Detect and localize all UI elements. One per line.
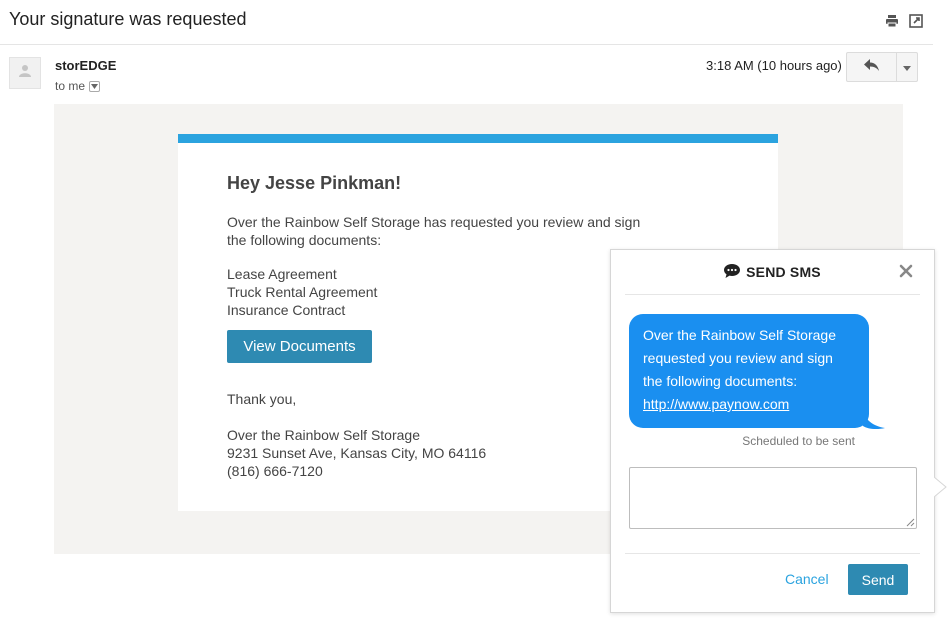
greeting: Hey Jesse Pinkman!	[227, 173, 402, 193]
list-item: Insurance Contract	[227, 302, 346, 318]
send-sms-panel: SEND SMS Over the Rainbow Self Storage r…	[610, 249, 935, 613]
close-icon[interactable]	[898, 263, 914, 279]
cancel-button[interactable]: Cancel	[785, 571, 829, 587]
sender-name[interactable]: storEDGE	[55, 58, 116, 73]
top-actions	[885, 14, 923, 28]
sms-header: SEND SMS	[625, 250, 920, 295]
sms-title: SEND SMS	[724, 263, 821, 281]
email-time: 3:18 AM (10 hours ago)	[706, 58, 842, 73]
reply-button-group	[846, 52, 918, 82]
sms-message-input[interactable]	[629, 467, 917, 529]
recipient-line: to me	[55, 79, 101, 93]
list-item: Lease Agreement	[227, 266, 337, 282]
avatar-icon	[18, 64, 32, 83]
reply-icon	[863, 58, 880, 76]
chevron-down-icon	[91, 83, 99, 89]
sms-message-link[interactable]: http://www.paynow.com	[643, 396, 789, 412]
header-divider	[0, 44, 933, 45]
intro-text: Over the Rainbow Self Storage has reques…	[227, 214, 641, 248]
chat-bubble-icon	[724, 263, 741, 281]
thanks-text: Thank you,	[227, 391, 297, 407]
resize-handle-icon[interactable]	[906, 518, 915, 527]
more-options-icon	[903, 58, 911, 76]
avatar	[9, 57, 41, 89]
more-options-button[interactable]	[897, 53, 917, 81]
company-signature: Over the Rainbow Self Storage 9231 Sunse…	[227, 426, 486, 480]
panel-pointer	[934, 477, 947, 497]
document-list: Lease Agreement Truck Rental Agreement I…	[227, 265, 377, 319]
new-window-icon[interactable]	[909, 14, 923, 28]
bubble-tail	[863, 410, 885, 430]
sms-message-text: Over the Rainbow Self Storage requested …	[643, 327, 836, 389]
company-address: 9231 Sunset Ave, Kansas City, MO 64116	[227, 445, 487, 461]
send-button[interactable]: Send	[848, 564, 908, 595]
sms-message-bubble: Over the Rainbow Self Storage requested …	[629, 314, 869, 428]
scheduled-status: Scheduled to be sent	[742, 434, 855, 448]
sms-footer-divider	[625, 553, 920, 554]
list-item: Truck Rental Agreement	[227, 284, 378, 300]
company-phone: (816) 666-7120	[227, 463, 323, 479]
reply-button[interactable]	[847, 53, 897, 81]
company-name: Over the Rainbow Self Storage	[227, 427, 420, 443]
print-icon[interactable]	[885, 14, 899, 28]
sms-title-label: SEND SMS	[746, 264, 821, 280]
recipient-label: to me	[55, 79, 86, 93]
view-documents-button[interactable]: View Documents	[227, 330, 372, 363]
recipient-details-toggle[interactable]	[89, 80, 101, 92]
email-subject: Your signature was requested	[9, 9, 247, 29]
